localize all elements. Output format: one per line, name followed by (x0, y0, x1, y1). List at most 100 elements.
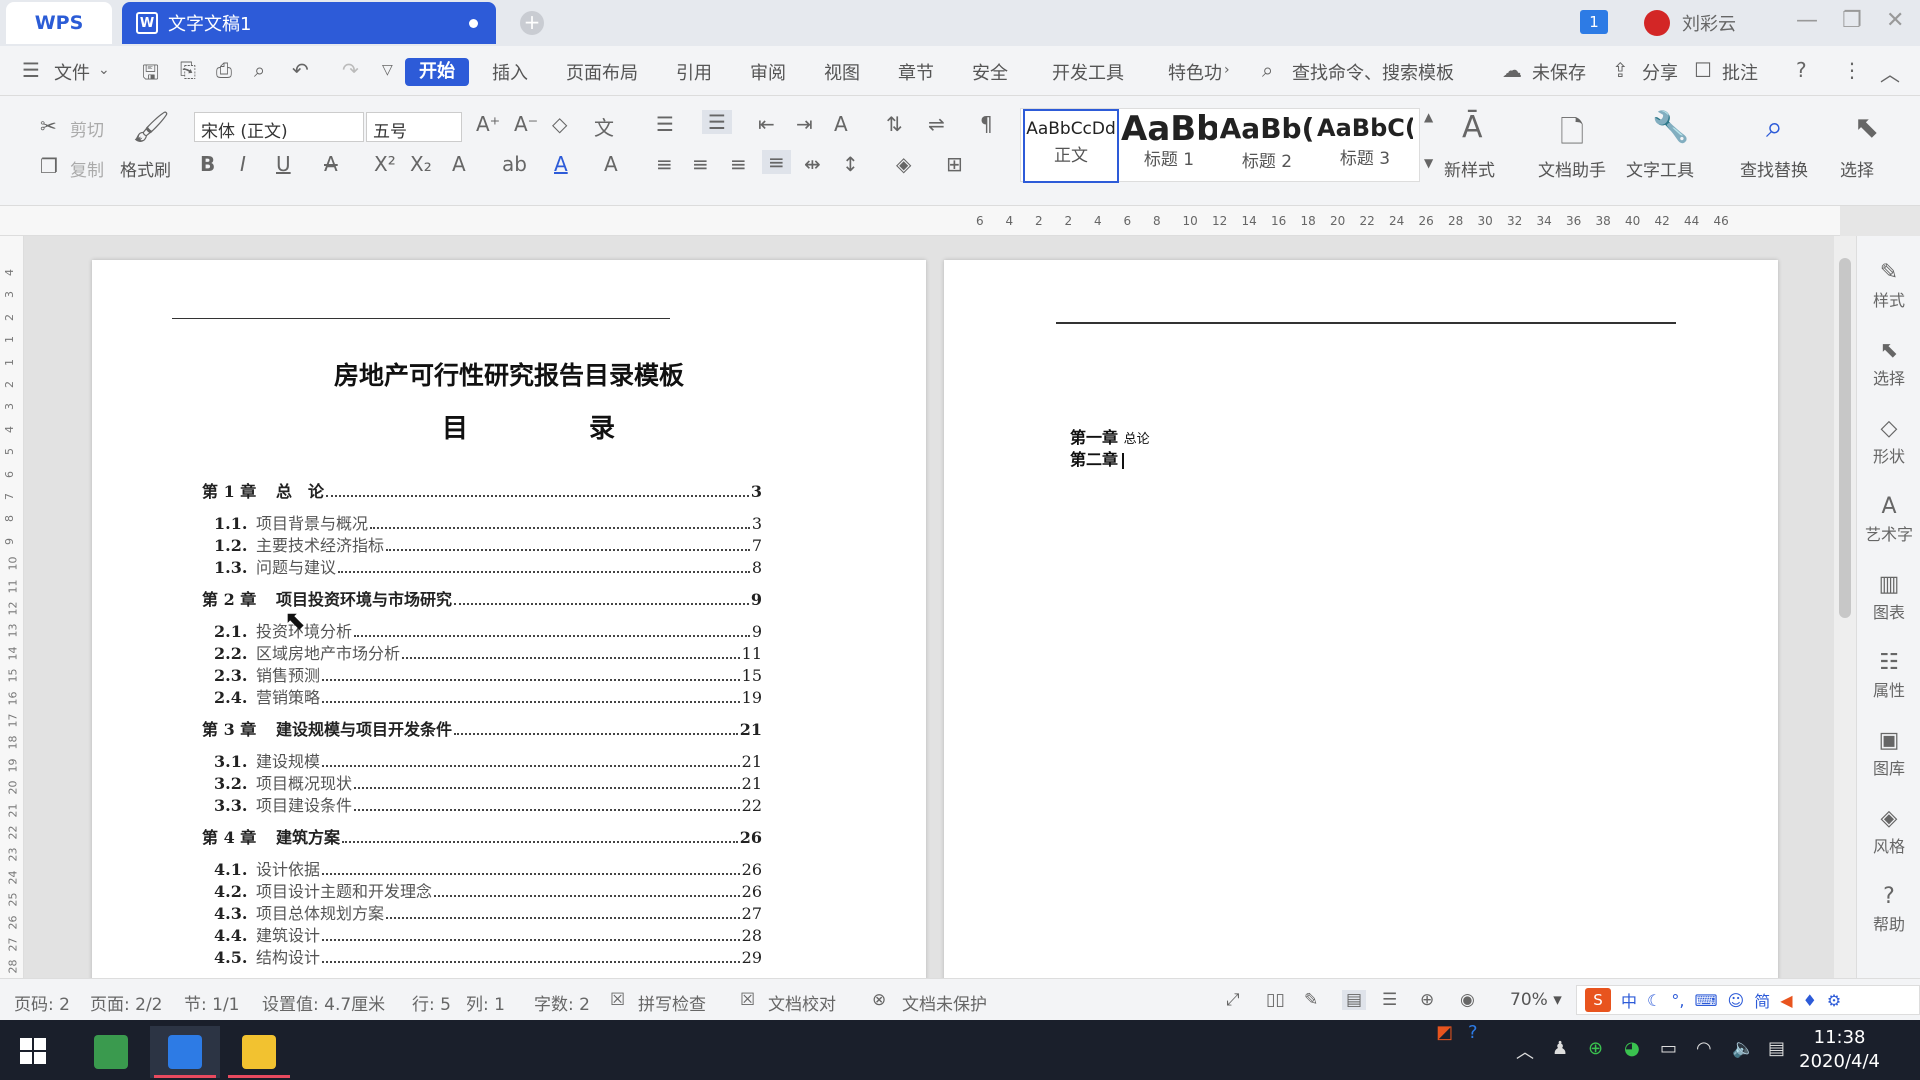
decrease-indent-icon[interactable]: ⇤ (758, 112, 775, 136)
notification-badge[interactable]: 1 (1580, 10, 1608, 34)
close-icon[interactable]: ✕ (1886, 8, 1904, 33)
reading-view-icon[interactable]: ▯▯ (1266, 990, 1285, 1010)
style-heading-3[interactable]: AaBbC( 标题 3 (1317, 109, 1413, 183)
command-search-input[interactable]: 查找命令、搜索模板 (1292, 59, 1454, 85)
change-case-icon[interactable]: A (834, 112, 848, 136)
voice-icon[interactable]: ◀ (1780, 991, 1792, 1010)
select-button[interactable]: 选择 (1840, 156, 1874, 181)
tab-references[interactable]: 引用 (676, 59, 712, 85)
highlight-icon[interactable]: ab (502, 152, 527, 176)
format-painter-button[interactable]: 格式刷 (120, 156, 171, 181)
chapter-line-1[interactable]: 第一章 总论 (1070, 424, 1150, 448)
bullet-list-icon[interactable]: ☰ (656, 112, 674, 136)
style-normal[interactable]: AaBbCcDd 正文 (1023, 109, 1119, 183)
toc-section-entry[interactable]: 2.4. 营销策略 19 (202, 684, 762, 708)
bold-icon[interactable]: B (200, 152, 215, 176)
search-icon[interactable]: ⌕ (1262, 58, 1273, 82)
tray-wps-icon[interactable]: ◩ (1436, 1022, 1453, 1043)
system-clock[interactable]: 11:38 2020/4/4 (1799, 1026, 1880, 1074)
shrink-font-icon[interactable]: A⁻ (514, 112, 538, 136)
eye-protect-icon[interactable]: ◉ (1460, 990, 1475, 1010)
copy-button[interactable]: 复制 (70, 156, 104, 181)
wechat-icon[interactable]: ◕ (1624, 1038, 1640, 1059)
align-left-icon[interactable]: ≡ (656, 152, 673, 176)
superscript-icon[interactable]: X² (374, 152, 396, 176)
borders-icon[interactable]: ⊞ (946, 152, 963, 176)
vertical-scrollbar[interactable] (1834, 236, 1856, 978)
gallery-up-icon[interactable]: ▲ (1424, 110, 1433, 124)
tab-page-layout[interactable]: 页面布局 (566, 59, 638, 85)
status-row[interactable]: 行: 5 (412, 990, 451, 1015)
align-right-icon[interactable]: ≡ (730, 152, 747, 176)
outline-view-icon[interactable]: ☰ (1382, 990, 1397, 1010)
hamburger-icon[interactable]: ☰ (22, 58, 40, 82)
horizontal-ruler[interactable]: 6 4 2 2 4 6 8 10 12 14 16 18 20 22 24 26 28 30 32 34 36 38 40 4… (0, 206, 1840, 236)
redo-icon[interactable]: ↷ (342, 58, 359, 82)
new-style-button[interactable]: 新样式 (1444, 156, 1495, 181)
page-1[interactable]: 房地产可行性研究报告目录模板 目 录 第 1 章总 论 3 1.1. 项目背景与概况 3… (92, 260, 926, 978)
status-section[interactable]: 节: 1/1 (184, 990, 240, 1015)
status-col[interactable]: 列: 1 (466, 990, 505, 1015)
help-icon[interactable]: ? (1796, 58, 1807, 82)
tab-special[interactable]: 特色功 (1168, 59, 1222, 85)
text-tools-button[interactable]: 文字工具 (1626, 156, 1694, 181)
panel-wordart[interactable]: A 艺术字 (1857, 494, 1920, 545)
comment-button[interactable]: 批注 (1722, 59, 1758, 85)
user-avatar[interactable] (1644, 10, 1670, 36)
print-icon[interactable]: ⎙ (216, 58, 232, 82)
status-pages[interactable]: 页面: 2/2 (90, 990, 163, 1015)
panel-gallery[interactable]: ▣ 图库 (1857, 728, 1920, 779)
tab-review[interactable]: 审阅 (750, 59, 786, 85)
toc-heading[interactable]: 目 录 (442, 408, 671, 445)
zoom-level[interactable]: 70% ▾ (1510, 990, 1562, 1010)
more-icon[interactable]: ⋮ (1842, 58, 1862, 82)
quick-access-dropdown-icon[interactable]: ▽ (382, 62, 393, 78)
keyboard-icon[interactable]: ⌨ (1694, 991, 1717, 1010)
tab-home[interactable]: 开始 (405, 58, 469, 86)
write-mode-icon[interactable]: ✎ (1304, 990, 1318, 1010)
panel-chart[interactable]: ▥ 图表 (1857, 572, 1920, 623)
page-2[interactable]: 第一章 总论 第二章 (944, 260, 1778, 978)
grow-font-icon[interactable]: A⁺ (476, 112, 500, 136)
minimize-icon[interactable]: — (1796, 8, 1818, 33)
sogou-logo-icon[interactable]: S (1585, 988, 1611, 1012)
toc-section-entry[interactable]: 4.1. 设计依据 26 (202, 856, 762, 880)
new-tab-button[interactable]: + (520, 11, 544, 35)
toc-section-entry[interactable]: 1.2. 主要技术经济指标 7 (202, 532, 762, 556)
export-icon[interactable]: ⎘ (180, 58, 196, 82)
show-marks-icon[interactable]: ¶ (980, 112, 993, 136)
shading-icon[interactable]: ◈ (896, 152, 911, 176)
font-name-select[interactable]: 宋体 (正文) (194, 112, 364, 142)
font-size-select[interactable]: 五号 (366, 112, 462, 142)
toc-chapter-entry[interactable]: 第 4 章建筑方案 26 (202, 824, 762, 848)
page-view-icon[interactable]: ▤ (1342, 990, 1367, 1010)
toc-chapter-entry[interactable]: 第 1 章总 论 3 (202, 478, 762, 502)
panel-styles[interactable]: ✎ 样式 (1857, 260, 1920, 311)
protect-button[interactable]: 文档未保护 (902, 990, 987, 1015)
toc-section-entry[interactable]: 2.3. 销售预测 15 (202, 662, 762, 686)
italic-icon[interactable]: I (240, 152, 246, 176)
document-tab[interactable]: W 文字文稿1 (122, 2, 496, 44)
tab-developer[interactable]: 开发工具 (1052, 59, 1124, 85)
taskbar-wps-writer[interactable] (150, 1026, 220, 1078)
toc-section-entry[interactable]: 1.3. 问题与建议 8 (202, 554, 762, 578)
tab-security[interactable]: 安全 (972, 59, 1008, 85)
panel-select[interactable]: ⬉ 选择 (1857, 338, 1920, 389)
volume-icon[interactable]: 🔈 (1732, 1038, 1754, 1059)
restore-icon[interactable]: ❐ (1842, 8, 1862, 33)
distribute-icon[interactable]: ⇹ (804, 152, 821, 176)
panel-properties[interactable]: ☷ 属性 (1857, 650, 1920, 701)
char-shading-icon[interactable]: A (604, 152, 618, 176)
taskbar-app-1[interactable] (76, 1026, 146, 1078)
tab-view[interactable]: 视图 (824, 59, 860, 85)
tray-plus-icon[interactable]: ⊕ (1588, 1038, 1603, 1059)
toc-section-entry[interactable]: 3.2. 项目概况现状 21 (202, 770, 762, 794)
wifi-icon[interactable]: ◠ (1696, 1038, 1712, 1059)
ime-simplified-mode[interactable]: 简 (1754, 988, 1770, 1012)
underline-icon[interactable]: U (276, 152, 291, 176)
toc-section-entry[interactable]: 3.3. 项目建设条件 22 (202, 792, 762, 816)
settings-icon[interactable]: ⚙ (1827, 991, 1841, 1010)
font-color-icon[interactable]: A (554, 152, 568, 176)
undo-icon[interactable]: ↶ (292, 58, 309, 82)
phonetic-icon[interactable]: 文 (594, 112, 614, 141)
